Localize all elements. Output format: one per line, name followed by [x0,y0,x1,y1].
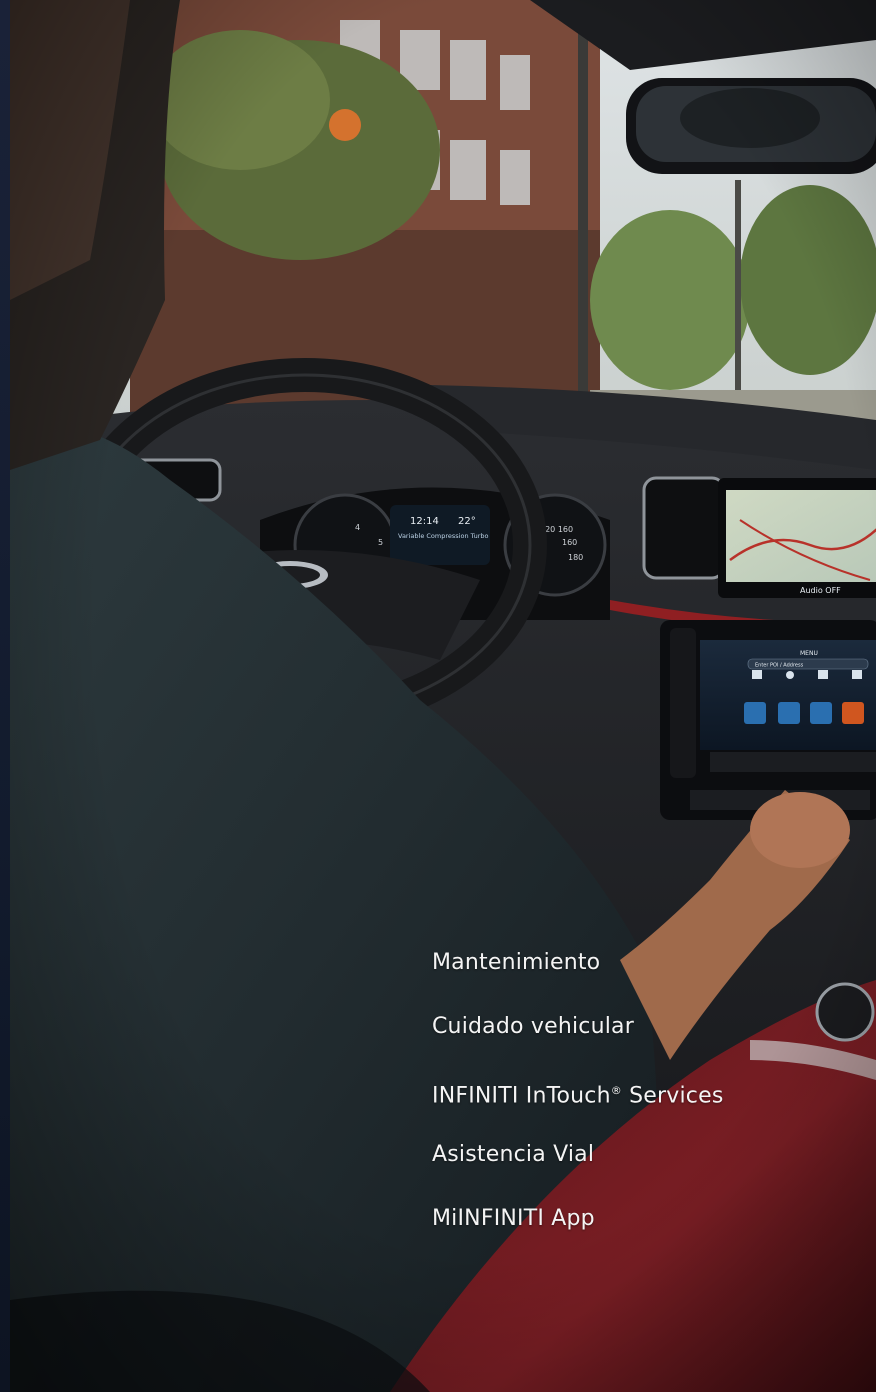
menu-link-intouch-services[interactable]: INFINITI InTouch® Services [432,1074,724,1113]
page: 12:14 22° Variable Compression Turbo 4 5… [0,0,876,1392]
menu-link-intouch-label: INFINITI InTouch [432,1083,611,1109]
menu-link-cuidado-vehicular[interactable]: Cuidado vehicular [432,1010,634,1044]
menu-link-asistencia-vial[interactable]: Asistencia Vial [432,1138,594,1172]
menu-item: INFINITI InTouch® Services [432,1074,852,1138]
menu-item: Cuidado vehicular [432,1010,852,1074]
registered-mark: ® [610,1084,622,1097]
menu-item: MiINFINITI App [432,1202,852,1266]
menu-item: Asistencia Vial [432,1138,852,1202]
menu-link-miinfiniti-app[interactable]: MiINFINITI App [432,1202,595,1236]
menu-link-mantenimiento[interactable]: Mantenimiento [432,946,600,980]
menu-link-intouch-suffix: Services [621,1083,724,1109]
service-menu: Mantenimiento Cuidado vehicular INFINITI… [432,946,852,1266]
menu-item: Mantenimiento [432,946,852,1010]
left-accent-strip [0,0,10,1392]
